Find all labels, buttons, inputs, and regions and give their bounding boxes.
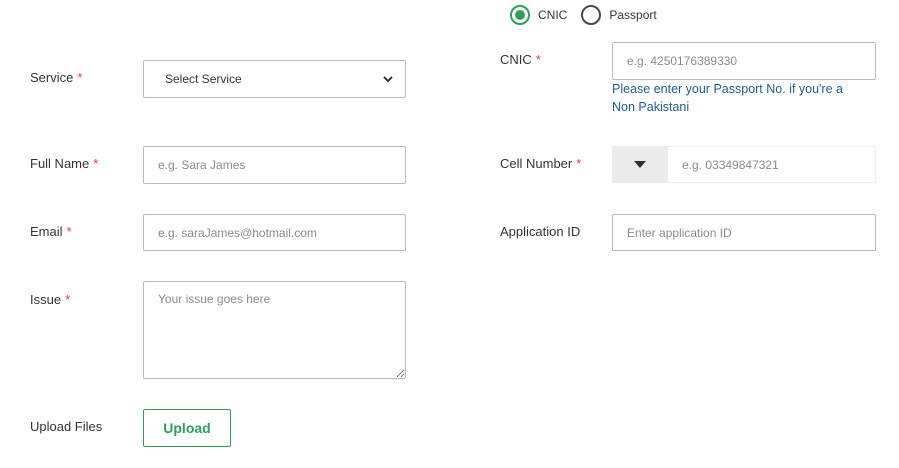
country-code-dropdown[interactable]	[612, 146, 668, 183]
passport-radio-label[interactable]: Passport	[609, 8, 656, 22]
upload-files-label: Upload Files	[30, 419, 103, 434]
email-label: Email *	[30, 224, 72, 239]
required-marker: *	[535, 52, 541, 67]
cnic-label: CNIC *	[500, 52, 541, 67]
service-select[interactable]: Select Service	[143, 60, 406, 98]
application-id-input[interactable]	[612, 214, 876, 251]
cell-number-label-text: Cell Number	[500, 156, 573, 171]
caret-down-icon	[634, 161, 646, 168]
required-marker: *	[65, 292, 71, 307]
cell-number-label: Cell Number *	[500, 156, 581, 171]
service-label-text: Service	[30, 70, 74, 85]
chevron-down-icon	[383, 75, 393, 82]
cell-number-input[interactable]	[668, 146, 876, 183]
cnic-radio[interactable]	[510, 5, 530, 25]
issue-label: Issue *	[30, 292, 70, 307]
cnic-label-text: CNIC	[500, 52, 532, 67]
full-name-label: Full Name *	[30, 156, 98, 171]
cnic-radio-label[interactable]: CNIC	[538, 8, 567, 22]
required-marker: *	[77, 70, 83, 85]
required-marker: *	[93, 156, 99, 171]
required-marker: *	[576, 156, 582, 171]
service-label: Service *	[30, 70, 82, 85]
application-id-label: Application ID	[500, 224, 581, 239]
required-marker: *	[66, 224, 72, 239]
id-type-radio-group: CNIC Passport	[510, 5, 657, 25]
service-selected-value: Select Service	[165, 72, 242, 86]
cnic-hint: Please enter your Passport No. if you're…	[612, 82, 843, 114]
passport-radio[interactable]	[581, 5, 602, 25]
full-name-label-text: Full Name	[30, 156, 90, 171]
issue-textarea[interactable]	[143, 281, 406, 379]
upload-button[interactable]: Upload	[143, 409, 231, 447]
radio-selected-dot	[515, 10, 525, 20]
email-label-text: Email	[30, 224, 63, 239]
full-name-input[interactable]	[143, 146, 406, 184]
email-input[interactable]	[143, 214, 406, 251]
issue-label-text: Issue	[30, 292, 62, 307]
cnic-input[interactable]	[612, 42, 876, 80]
